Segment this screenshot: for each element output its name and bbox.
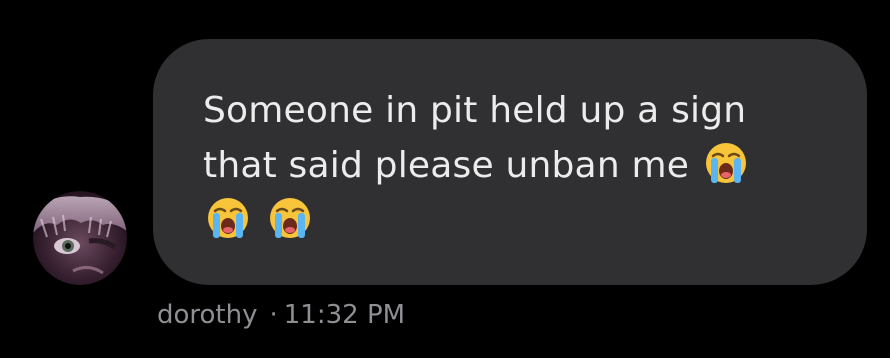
chat-screen: Someone in pit held up a sign that said … [0,0,890,358]
message-line-1: Someone in pit held up a sign [203,90,747,131]
message-timestamp: 11:32 PM [283,300,406,330]
message-meta: dorothy · 11:32 PM [157,298,405,332]
loudly-crying-face-icon [705,143,746,183]
loudly-crying-face-icon [269,198,310,238]
meta-separator: · [269,300,278,330]
avatar[interactable] [33,191,127,285]
loudly-crying-face-icon [208,198,248,238]
message-line-2: that said please unban me [203,145,690,186]
message-text: Someone in pit held up a sign that said … [203,83,837,248]
message-bubble[interactable]: Someone in pit held up a sign that said … [153,39,867,285]
sender-name[interactable]: dorothy [157,300,258,330]
avatar-image [33,191,127,285]
